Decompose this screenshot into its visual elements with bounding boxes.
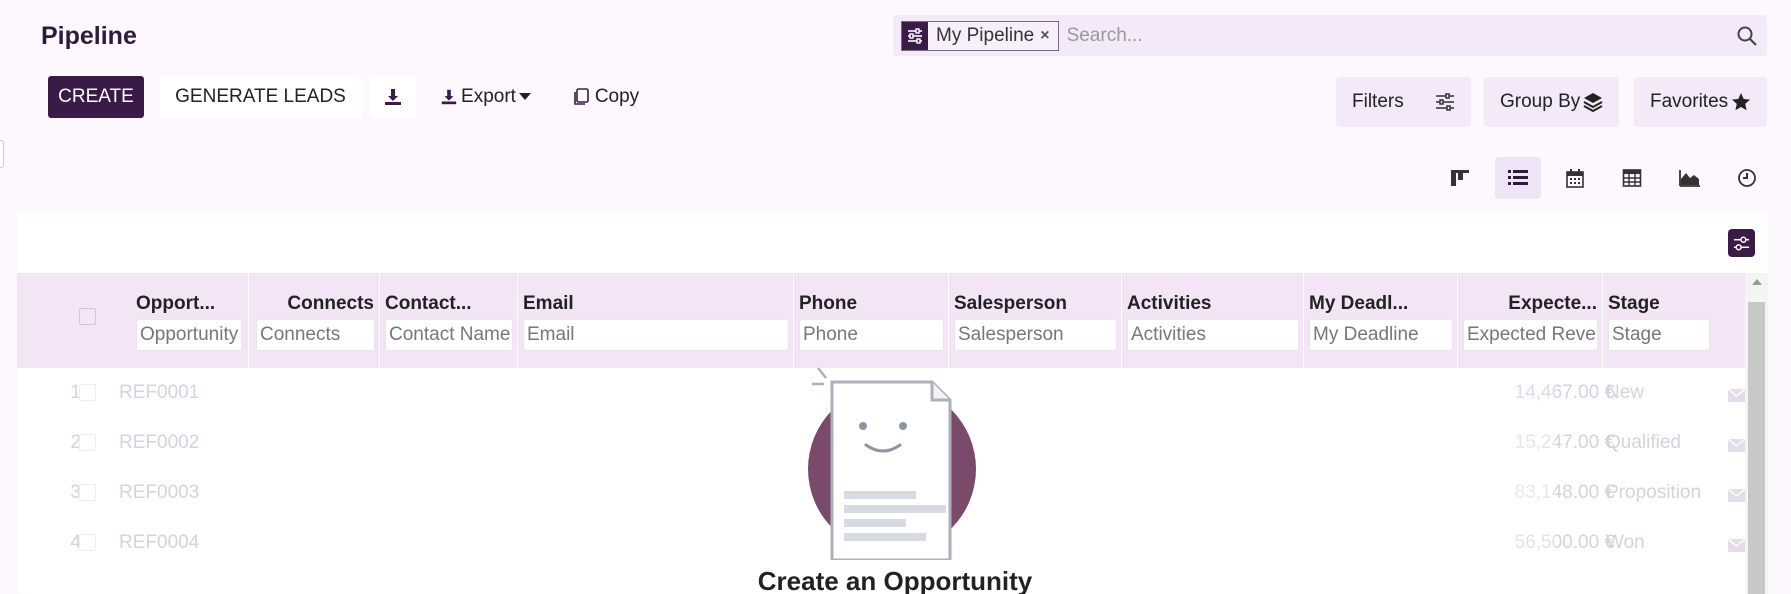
kanban-view-icon[interactable] — [1437, 157, 1483, 199]
copy-label: Copy — [594, 86, 640, 107]
column-salesperson[interactable]: Salesperson — [949, 273, 1122, 368]
filter-email-input[interactable] — [523, 319, 789, 351]
filter-phone-input[interactable] — [799, 319, 944, 351]
scroll-up-icon[interactable] — [1752, 279, 1762, 285]
sliders-icon — [1733, 236, 1750, 250]
copy-button[interactable]: Copy — [567, 76, 643, 118]
column-activities[interactable]: Activities — [1122, 273, 1304, 368]
filter-stage-input[interactable] — [1608, 319, 1710, 351]
filter-salesperson-input[interactable] — [954, 319, 1117, 351]
row-checkbox[interactable] — [79, 384, 96, 401]
pivot-view-icon[interactable] — [1609, 157, 1655, 199]
column-phone[interactable]: Phone — [794, 273, 949, 368]
search-icon[interactable] — [1727, 26, 1767, 46]
sliders-icon — [1436, 93, 1454, 111]
layers-icon — [1583, 93, 1603, 112]
empty-state-illustration — [790, 360, 1010, 562]
copy-icon — [574, 88, 589, 105]
caret-down-icon — [518, 93, 531, 100]
envelope-icon[interactable] — [1727, 486, 1746, 508]
column-expected-revenue[interactable]: Expecte... — [1458, 273, 1603, 368]
favorites-button[interactable]: Favorites — [1634, 77, 1767, 127]
empty-state-title: Create an Opportunity — [757, 566, 1033, 594]
download-icon — [384, 89, 401, 105]
envelope-icon[interactable] — [1727, 386, 1746, 408]
filter-my-deadline-input[interactable] — [1309, 319, 1453, 351]
list-view-icon[interactable] — [1495, 157, 1541, 199]
column-connects[interactable]: Connects — [249, 273, 380, 368]
column-stage[interactable]: Stage — [1603, 273, 1745, 368]
scrollbar-thumb[interactable] — [1748, 302, 1765, 594]
filters-button[interactable]: Filters — [1336, 77, 1471, 127]
filter-activities-input[interactable] — [1127, 319, 1299, 351]
optional-columns-button[interactable] — [1728, 229, 1755, 257]
envelope-icon[interactable] — [1727, 536, 1746, 558]
search-facet-my-pipeline: My Pipeline × — [901, 20, 1059, 51]
filter-sliders-icon — [902, 21, 928, 50]
select-all-checkbox[interactable] — [79, 308, 96, 325]
table-header: Opport... Connects Contact... Email Phon… — [17, 273, 1745, 368]
row-checkbox[interactable] — [79, 484, 96, 501]
search-bar: My Pipeline × — [893, 15, 1767, 56]
filter-opportunity-input[interactable] — [136, 319, 242, 351]
envelope-icon[interactable] — [1727, 436, 1746, 458]
column-opportunity[interactable]: Opport... — [116, 273, 249, 368]
page-title: Pipeline — [41, 22, 137, 50]
star-icon — [1732, 93, 1750, 111]
export-icon — [441, 89, 457, 105]
facet-remove-icon[interactable]: × — [1040, 27, 1057, 45]
row-checkbox[interactable] — [79, 434, 96, 451]
column-email[interactable]: Email — [518, 273, 794, 368]
group-by-label: Group By — [1500, 91, 1581, 112]
filter-contact-name-input[interactable] — [385, 319, 513, 351]
favorites-label: Favorites — [1650, 91, 1729, 112]
activity-view-icon[interactable] — [1724, 157, 1770, 199]
calendar-view-icon[interactable] — [1552, 157, 1598, 199]
generate-leads-button[interactable]: GENERATE LEADS — [159, 76, 362, 118]
search-input[interactable] — [1058, 15, 1727, 56]
filter-expected-revenue-input[interactable] — [1463, 319, 1598, 351]
filters-label: Filters — [1352, 91, 1404, 112]
download-button[interactable] — [369, 76, 416, 118]
filter-connects-input[interactable] — [256, 319, 375, 351]
row-checkbox[interactable] — [79, 534, 96, 551]
column-contact-name[interactable]: Contact... — [380, 273, 518, 368]
create-button[interactable]: CREATE — [48, 76, 144, 118]
graph-view-icon[interactable] — [1667, 157, 1713, 199]
side-panel-toggle[interactable] — [0, 140, 4, 168]
group-by-button[interactable]: Group By — [1484, 77, 1619, 127]
facet-label: My Pipeline — [936, 24, 1035, 46]
export-label: Export — [461, 86, 516, 107]
export-button[interactable]: Export — [433, 76, 538, 118]
column-my-deadline[interactable]: My Deadl... — [1304, 273, 1458, 368]
